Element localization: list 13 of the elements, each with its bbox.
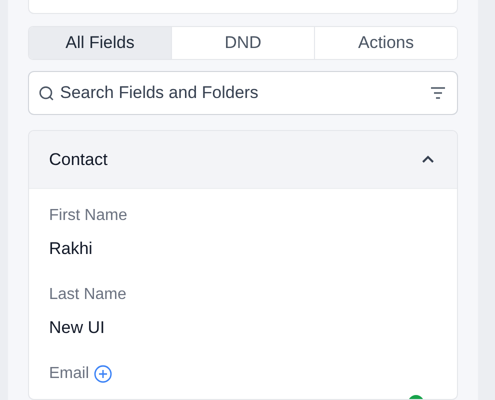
field-value: Rakhi: [49, 239, 94, 259]
field-value: New UI: [49, 318, 106, 338]
field-label: Email: [49, 365, 90, 383]
search-icon: [38, 85, 55, 102]
chevron-icon[interactable]: [421, 155, 435, 164]
filter-icon[interactable]: [430, 86, 446, 100]
add-icon[interactable]: [94, 365, 112, 383]
tab[interactable]: Actions: [314, 27, 457, 59]
tab[interactable]: All Fields: [29, 27, 171, 59]
field-label: First Name: [49, 207, 128, 225]
search-field[interactable]: Search Fields and Folders: [28, 71, 458, 115]
field-label: Last Name: [49, 286, 128, 304]
section-title: Contact: [49, 150, 108, 170]
